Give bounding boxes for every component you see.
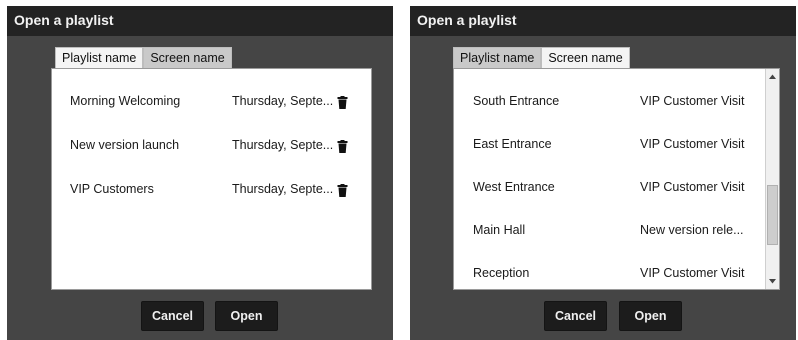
scroll-down-arrow-icon[interactable] [766,274,779,288]
playlist-list: Morning Welcoming Thursday, Septe... New… [51,68,372,290]
list-item[interactable]: Morning Welcoming Thursday, Septe... [52,89,371,115]
dialog-title: Open a playlist [7,6,393,36]
screen-name: West Entrance [473,180,555,194]
tab-screen-name[interactable]: Screen name [541,47,630,69]
cancel-button[interactable]: Cancel [544,301,607,331]
scroll-up-arrow-icon[interactable] [766,70,779,84]
list-item[interactable]: West Entrance VIP Customer Visit [454,175,779,201]
assigned-playlist: VIP Customer Visit [640,94,745,108]
trash-icon[interactable] [337,184,348,197]
screen-list: South Entrance VIP Customer Visit East E… [453,68,780,290]
assigned-playlist: VIP Customer Visit [640,180,745,194]
assigned-playlist: New version rele... [640,223,744,237]
playlist-date: Thursday, Septe... [232,138,334,152]
open-button[interactable]: Open [215,301,278,331]
open-button[interactable]: Open [619,301,682,331]
playlist-date: Thursday, Septe... [232,94,334,108]
tab-bar: Playlist name Screen name [55,47,232,69]
dialog-title: Open a playlist [410,6,796,36]
playlist-name: Morning Welcoming [70,94,181,108]
playlist-name: VIP Customers [70,182,154,196]
screen-name: East Entrance [473,137,552,151]
list-item[interactable]: Main Hall New version rele... [454,218,779,244]
list-item[interactable]: Reception VIP Customer Visit [454,261,779,287]
list-item[interactable]: New version launch Thursday, Septe... [52,133,371,159]
list-item[interactable]: South Entrance VIP Customer Visit [454,89,779,115]
trash-icon[interactable] [337,96,348,109]
scrollbar-thumb[interactable] [767,184,778,245]
open-playlist-dialog-left: Open a playlist Playlist name Screen nam… [7,6,393,340]
trash-icon[interactable] [337,140,348,153]
vertical-scrollbar[interactable] [765,69,779,289]
assigned-playlist: VIP Customer Visit [640,137,745,151]
screen-name: Reception [473,266,530,280]
tab-screen-name[interactable]: Screen name [143,47,232,69]
open-playlist-dialog-right: Open a playlist Playlist name Screen nam… [410,6,796,340]
screen-name: Main Hall [473,223,526,237]
assigned-playlist: VIP Customer Visit [640,266,745,280]
tab-playlist-name[interactable]: Playlist name [453,47,542,69]
tab-playlist-name[interactable]: Playlist name [55,47,144,69]
playlist-name: New version launch [70,138,180,152]
tab-bar: Playlist name Screen name [453,47,630,69]
screen-name: South Entrance [473,94,560,108]
list-item[interactable]: VIP Customers Thursday, Septe... [52,177,371,203]
cancel-button[interactable]: Cancel [141,301,204,331]
playlist-date: Thursday, Septe... [232,182,334,196]
list-item[interactable]: East Entrance VIP Customer Visit [454,132,779,158]
